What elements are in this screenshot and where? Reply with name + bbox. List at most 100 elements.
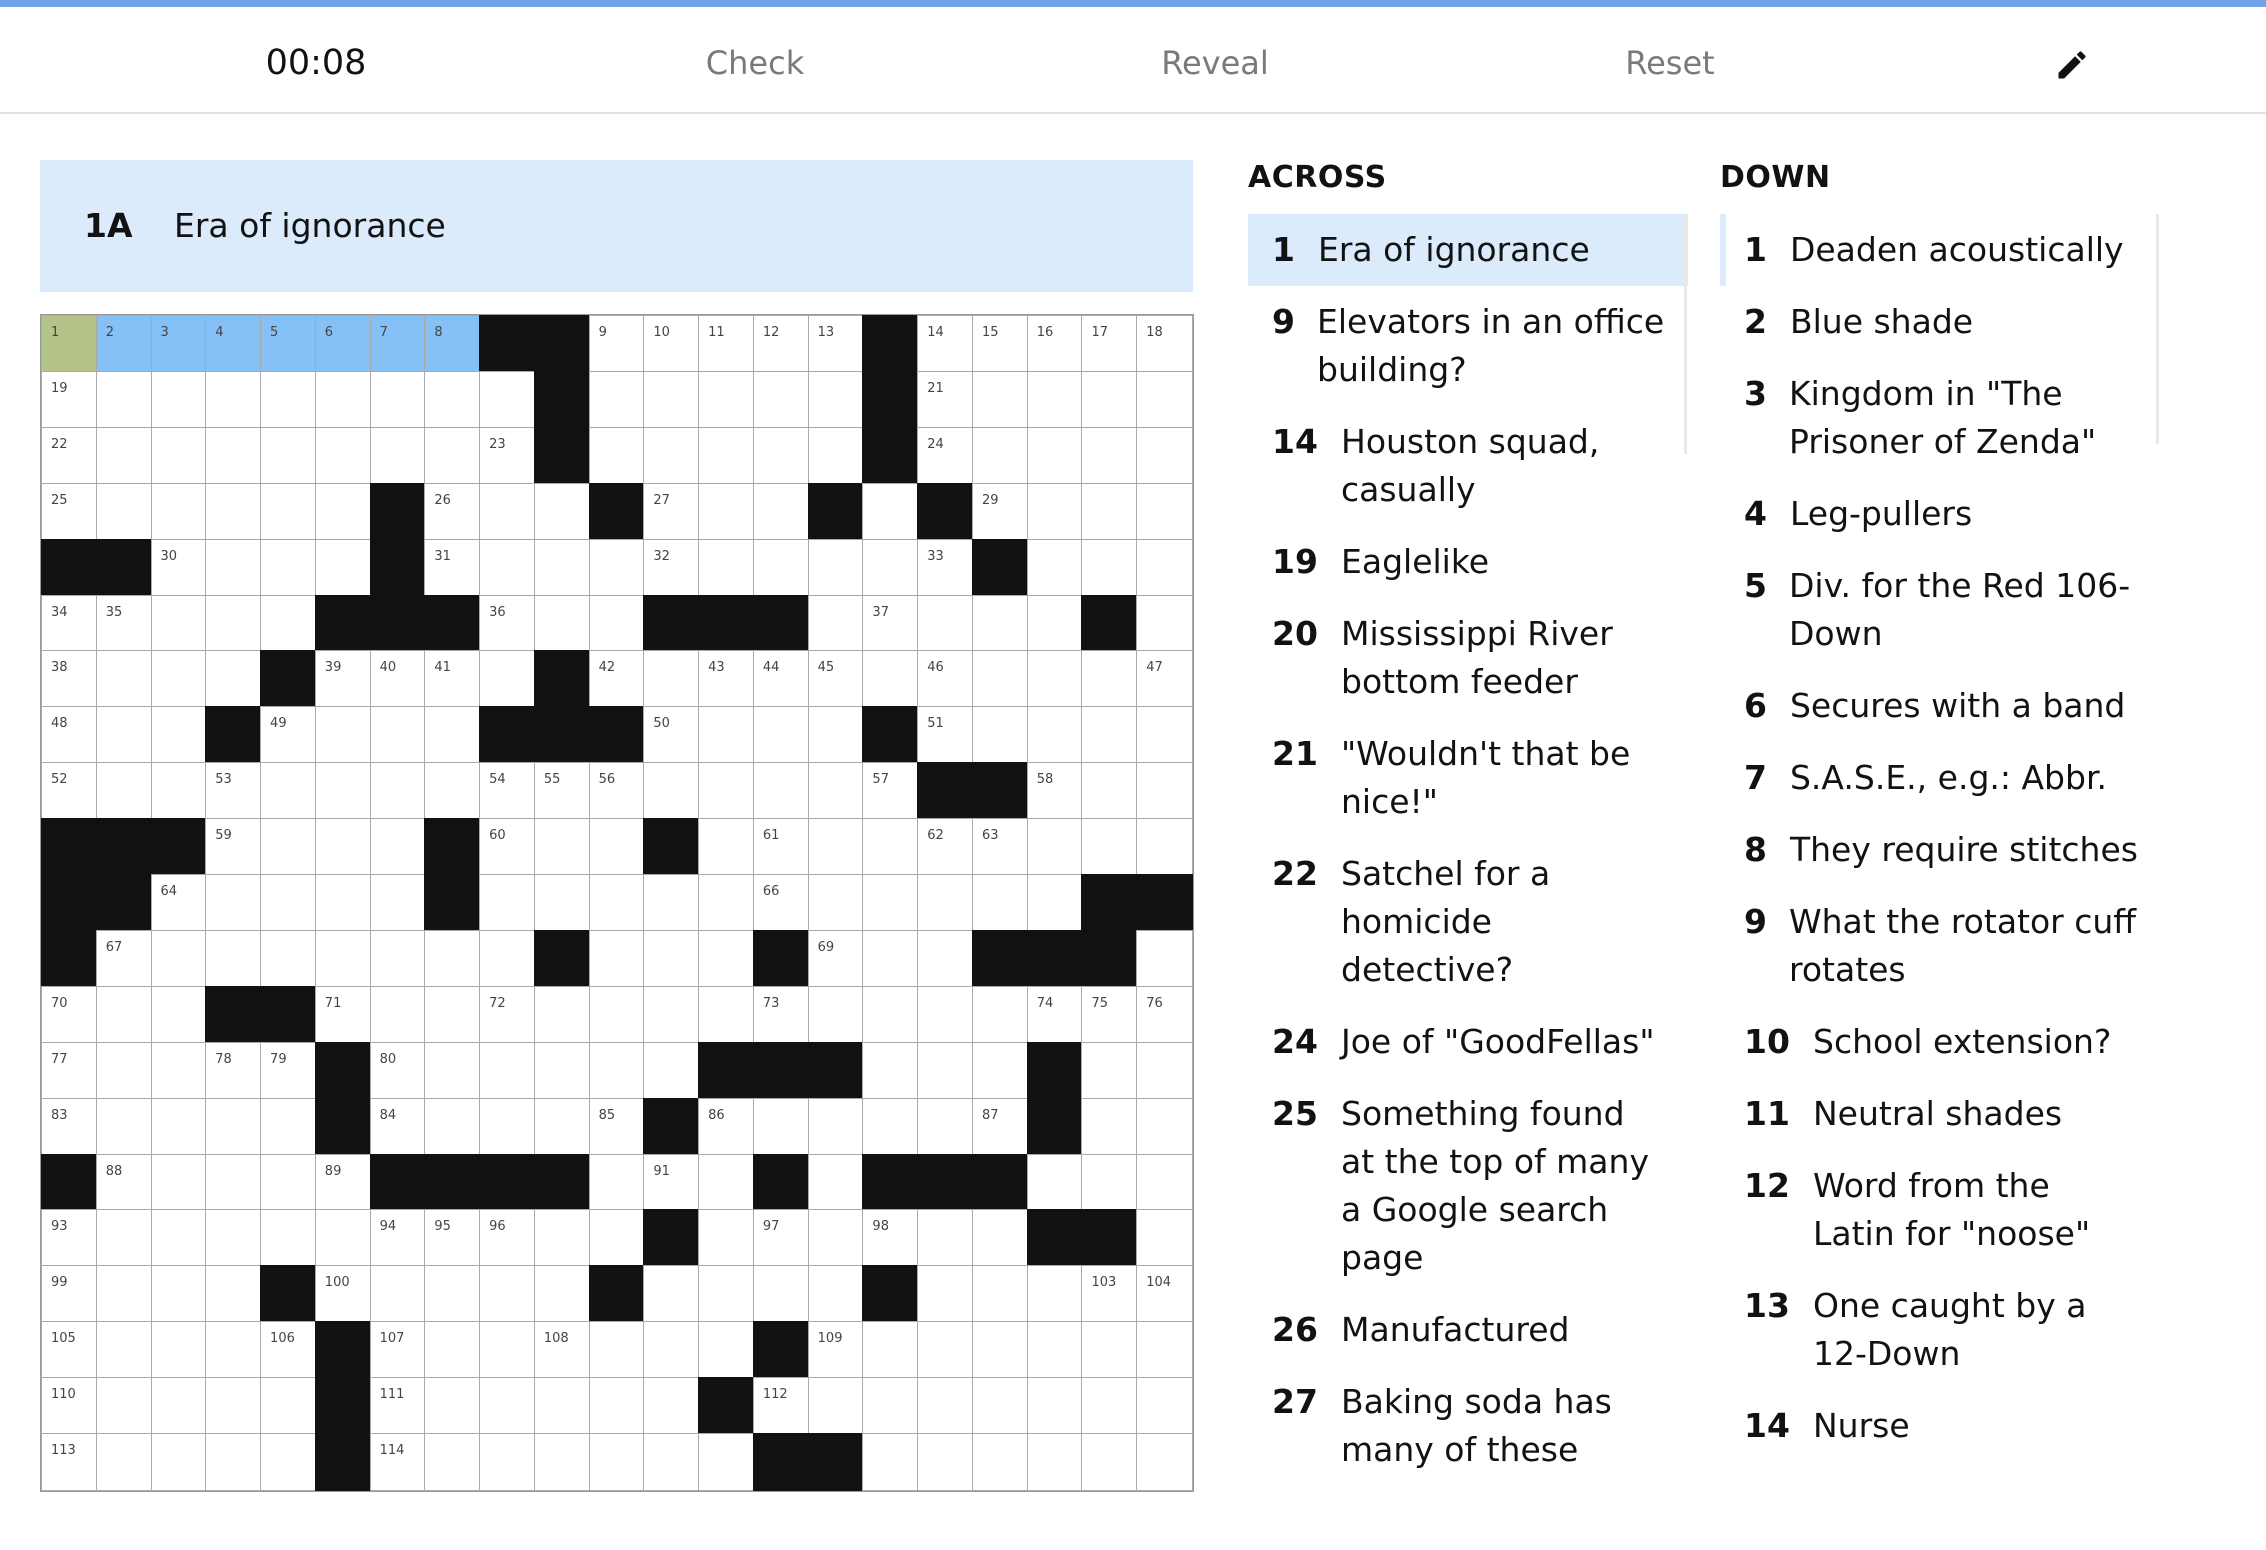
grid-cell[interactable] <box>917 1097 974 1156</box>
grid-cell[interactable] <box>862 538 920 597</box>
grid-cell[interactable] <box>1026 538 1084 597</box>
grid-cell[interactable] <box>1026 874 1084 932</box>
grid-cell[interactable] <box>971 1209 1029 1268</box>
grid-cell[interactable] <box>260 1433 317 1491</box>
grid-cell[interactable] <box>479 370 536 429</box>
grid-cell[interactable] <box>588 929 646 988</box>
across-clue-14[interactable]: 14 Houston squad, casually <box>1248 406 1688 526</box>
grid-cell[interactable] <box>807 1097 865 1156</box>
grid-cell[interactable]: 16 <box>1026 315 1084 373</box>
grid-cell[interactable]: 98 <box>862 1209 920 1268</box>
grid-cell[interactable] <box>95 985 153 1044</box>
grid-cell[interactable]: 66 <box>752 874 810 932</box>
grid-cell[interactable] <box>1136 1433 1193 1491</box>
grid-cell[interactable] <box>698 1209 755 1268</box>
grid-cell[interactable]: 84 <box>369 1097 427 1156</box>
grid-cell[interactable] <box>424 1041 482 1100</box>
grid-cell[interactable] <box>533 1209 591 1268</box>
grid-cell[interactable] <box>150 706 208 765</box>
grid-cell[interactable]: 27 <box>643 482 701 541</box>
grid-cell[interactable] <box>95 762 153 821</box>
grid-cell[interactable] <box>588 1321 646 1380</box>
grid-cell[interactable] <box>643 370 701 429</box>
grid-cell[interactable] <box>807 762 865 821</box>
grid-cell[interactable]: 49 <box>260 706 317 765</box>
grid-cell[interactable] <box>314 370 372 429</box>
grid-cell[interactable] <box>588 1041 646 1100</box>
grid-cell[interactable] <box>260 426 317 485</box>
grid-cell[interactable]: 71 <box>314 985 372 1044</box>
grid-cell[interactable] <box>205 874 263 932</box>
grid-cell[interactable] <box>205 1377 263 1436</box>
grid-cell[interactable]: 24 <box>917 426 974 485</box>
grid-cell[interactable] <box>533 874 591 932</box>
grid-cell[interactable] <box>479 1097 536 1156</box>
grid-cell[interactable] <box>1136 1153 1193 1212</box>
grid-cell[interactable] <box>917 1265 974 1324</box>
grid-cell[interactable] <box>1081 650 1139 709</box>
grid-cell[interactable] <box>698 370 755 429</box>
grid-cell[interactable] <box>424 762 482 821</box>
grid-cell[interactable] <box>1136 538 1193 597</box>
grid-cell[interactable] <box>1136 1209 1193 1268</box>
grid-cell[interactable] <box>588 1153 646 1212</box>
grid-cell[interactable]: 70 <box>41 985 98 1044</box>
grid-cell[interactable] <box>150 929 208 988</box>
grid-cell[interactable]: 100 <box>314 1265 372 1324</box>
grid-cell[interactable] <box>205 929 263 988</box>
grid-cell[interactable]: 69 <box>807 929 865 988</box>
grid-cell[interactable] <box>643 1321 701 1380</box>
grid-cell[interactable] <box>588 1209 646 1268</box>
grid-cell[interactable]: 33 <box>917 538 974 597</box>
grid-cell[interactable] <box>917 1041 974 1100</box>
down-clue-14[interactable]: 14 Nurse <box>1720 1390 2160 1462</box>
grid-cell[interactable]: 113 <box>41 1433 98 1491</box>
grid-cell[interactable]: 15 <box>971 315 1029 373</box>
grid-cell[interactable] <box>1081 426 1139 485</box>
grid-cell[interactable] <box>205 370 263 429</box>
grid-cell[interactable] <box>369 874 427 932</box>
grid-cell[interactable] <box>424 1265 482 1324</box>
grid-cell[interactable] <box>205 482 263 541</box>
grid-cell[interactable] <box>807 1153 865 1212</box>
grid-cell[interactable]: 79 <box>260 1041 317 1100</box>
grid-cell[interactable]: 23 <box>479 426 536 485</box>
grid-cell[interactable] <box>314 538 372 597</box>
grid-cell[interactable] <box>752 426 810 485</box>
grid-cell[interactable] <box>479 1041 536 1100</box>
grid-cell[interactable] <box>150 1209 208 1268</box>
grid-cell[interactable]: 45 <box>807 650 865 709</box>
grid-cell[interactable] <box>95 482 153 541</box>
grid-cell[interactable] <box>588 594 646 653</box>
grid-cell[interactable] <box>314 1209 372 1268</box>
grid-cell[interactable] <box>1136 426 1193 485</box>
grid-cell[interactable] <box>150 650 208 709</box>
grid-cell[interactable] <box>807 594 865 653</box>
grid-cell[interactable] <box>479 482 536 541</box>
grid-cell[interactable] <box>260 874 317 932</box>
grid-cell[interactable] <box>1081 1097 1139 1156</box>
down-clue-13[interactable]: 13 One caught by a 12-Down <box>1720 1270 2160 1390</box>
grid-cell[interactable] <box>260 370 317 429</box>
grid-cell[interactable] <box>698 426 755 485</box>
grid-cell[interactable] <box>862 1377 920 1436</box>
grid-cell[interactable] <box>698 538 755 597</box>
grid-cell[interactable] <box>643 929 701 988</box>
grid-cell[interactable] <box>807 370 865 429</box>
grid-cell[interactable] <box>1026 1433 1084 1491</box>
grid-cell[interactable] <box>807 1265 865 1324</box>
grid-cell[interactable] <box>150 1433 208 1491</box>
grid-cell[interactable]: 34 <box>41 594 98 653</box>
grid-cell[interactable] <box>533 594 591 653</box>
grid-cell[interactable] <box>1026 482 1084 541</box>
grid-cell[interactable] <box>971 874 1029 932</box>
grid-cell[interactable] <box>150 1377 208 1436</box>
grid-cell[interactable] <box>588 874 646 932</box>
grid-cell[interactable]: 77 <box>41 1041 98 1100</box>
grid-cell[interactable] <box>479 1433 536 1491</box>
grid-cell[interactable] <box>698 482 755 541</box>
grid-cell[interactable]: 25 <box>41 482 98 541</box>
down-clue-9[interactable]: 9 What the rotator cuff rotates <box>1720 886 2160 1006</box>
down-clue-12[interactable]: 12 Word from the Latin for "noose" <box>1720 1150 2160 1270</box>
grid-cell[interactable] <box>260 818 317 877</box>
